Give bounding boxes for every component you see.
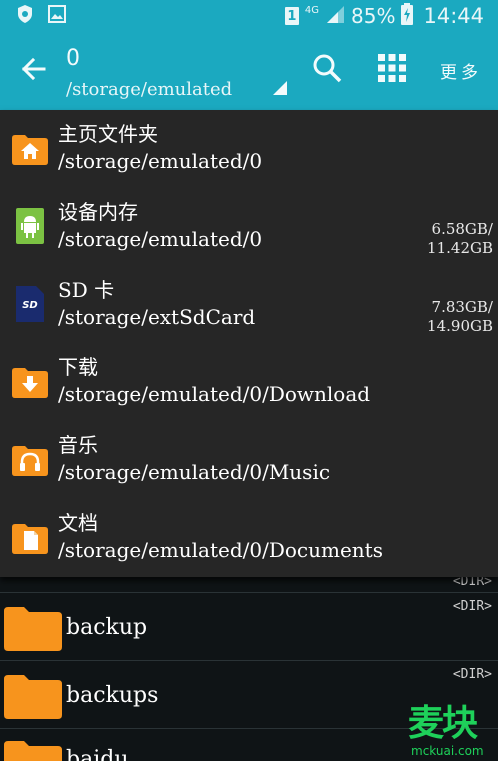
- signal-icon: [325, 4, 345, 28]
- dropdown-item-name: 文档: [58, 510, 98, 535]
- dropdown-item-name: 设备内存: [58, 199, 138, 224]
- dropdown-item-path: /storage/extSdCard: [58, 304, 256, 329]
- sim-badge: 1: [284, 7, 299, 25]
- file-name: baidu: [66, 747, 129, 761]
- dir-tag: <DIR>: [452, 599, 492, 614]
- grid-view-button[interactable]: [374, 52, 410, 88]
- dropdown-item-name: 主页文件夹: [58, 122, 158, 146]
- storage-used: 6.58GB/: [431, 219, 493, 238]
- dropdown-item-documents[interactable]: 文档 /storage/emulated/0/Documents: [0, 499, 498, 577]
- watermark-url: mckuai.com: [411, 744, 484, 758]
- folder-icon: [4, 675, 62, 719]
- file-row[interactable]: backup <DIR>: [0, 593, 498, 661]
- dropdown-item-path: /storage/emulated/0/Download: [58, 382, 371, 407]
- dir-tag: <DIR>: [452, 667, 492, 682]
- back-button[interactable]: [14, 52, 52, 90]
- search-button[interactable]: [307, 50, 347, 90]
- more-menu-button[interactable]: 更多: [440, 58, 482, 83]
- storage-total: 11.42GB: [427, 238, 493, 257]
- file-name: backup: [66, 615, 148, 640]
- dropdown-item-name: 下载: [58, 355, 98, 380]
- app-bar: 0 /storage/emulated 更多: [0, 32, 498, 110]
- svg-text:SD: SD: [22, 300, 38, 311]
- dropdown-item-path: /storage/emulated/0/Music: [58, 460, 331, 485]
- current-path[interactable]: /storage/emulated: [66, 79, 232, 100]
- network-type: 4G: [304, 5, 320, 16]
- dropdown-item-download[interactable]: 下载 /storage/emulated/0/Download: [0, 343, 498, 421]
- storage-dropdown: 主页文件夹 /storage/emulated/0 设备内存 /storage/…: [0, 110, 498, 577]
- dropdown-triangle-icon[interactable]: [272, 80, 288, 96]
- dropdown-item-device-storage[interactable]: 设备内存 /storage/emulated/0 6.58GB/ 11.42GB: [0, 188, 498, 266]
- dropdown-item-name: SD 卡: [58, 277, 115, 302]
- download-folder-icon: [12, 365, 48, 401]
- sd-card-icon: SD: [12, 285, 48, 322]
- music-folder-icon: [12, 443, 48, 479]
- search-icon: [312, 53, 342, 87]
- dropdown-item-sd-card[interactable]: SD SD 卡 /storage/extSdCard 7.83GB/ 14.90…: [0, 266, 498, 344]
- shield-icon: [16, 4, 34, 28]
- dropdown-item-home[interactable]: 主页文件夹 /storage/emulated/0: [0, 110, 498, 188]
- watermark: 麦块 mckuai.com: [408, 704, 498, 761]
- dropdown-item-path: /storage/emulated/0/Documents: [58, 537, 383, 562]
- dropdown-item-path: /storage/emulated/0: [58, 226, 263, 251]
- dropdown-item-path: /storage/emulated/0: [58, 149, 263, 173]
- android-storage-icon: [12, 207, 48, 244]
- storage-used: 7.83GB/: [431, 297, 493, 316]
- back-arrow-icon: [20, 57, 46, 85]
- storage-usage: 7.83GB/ 14.90GB: [427, 298, 493, 336]
- folder-icon: [4, 607, 62, 651]
- battery-percent: 85%: [351, 4, 396, 28]
- storage-total: 14.90GB: [427, 316, 493, 335]
- status-bar: 1 4G 85% 14:44: [0, 0, 498, 32]
- battery-charging-icon: [401, 3, 414, 29]
- clock: 14:44: [423, 4, 484, 28]
- grid-view-icon: [377, 53, 407, 87]
- dropdown-item-name: 音乐: [58, 433, 98, 458]
- dropdown-item-music[interactable]: 音乐 /storage/emulated/0/Music: [0, 421, 498, 499]
- home-folder-icon: [12, 132, 48, 168]
- documents-folder-icon: [12, 521, 48, 557]
- file-name: backups: [66, 683, 159, 708]
- folder-icon: [4, 741, 62, 761]
- storage-usage: 6.58GB/ 11.42GB: [427, 220, 493, 258]
- image-icon: [48, 5, 66, 27]
- watermark-logo: 麦块: [408, 703, 478, 744]
- folder-title: 0: [66, 46, 80, 71]
